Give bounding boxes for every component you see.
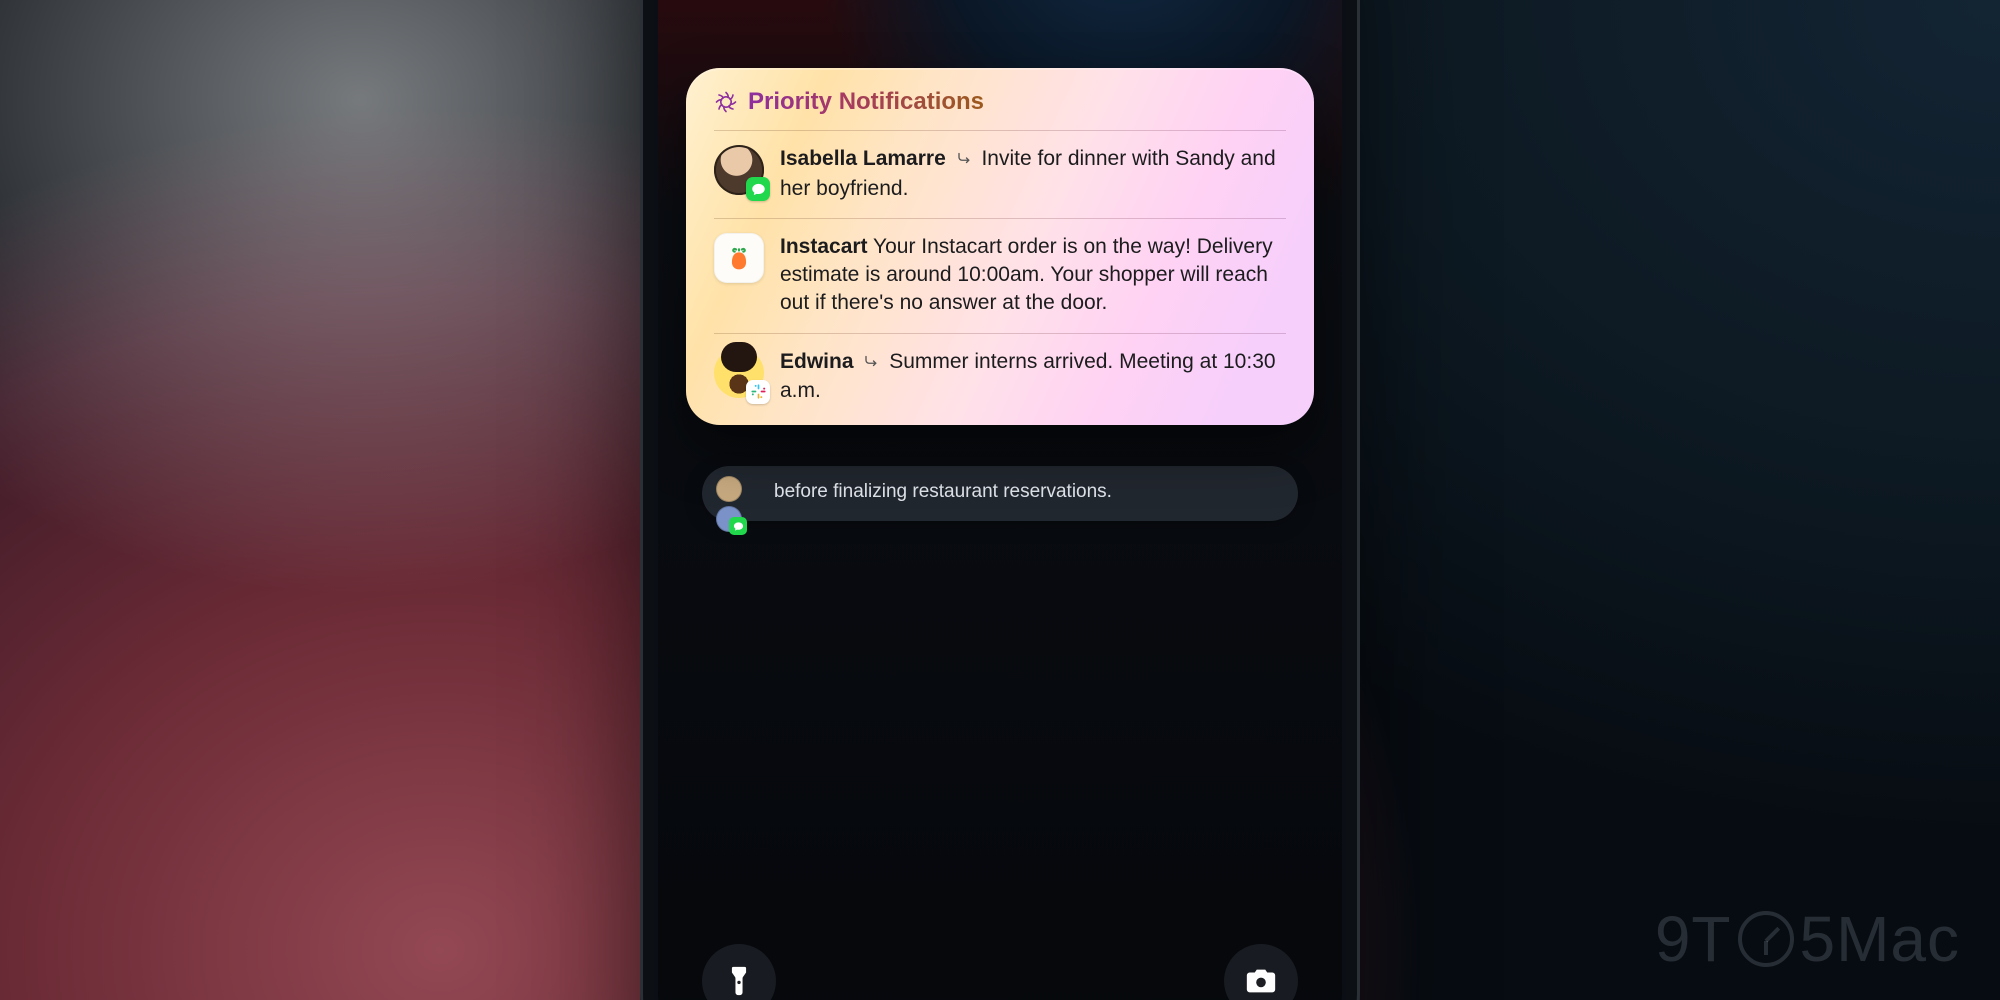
sender-name: Instacart [780,235,868,258]
background-notification[interactable]: before finalizing restaurant reservation… [702,466,1298,521]
slack-app-icon [746,380,770,404]
notification-body: Isabella Lamarre Invite for dinner with … [780,145,1286,202]
flashlight-icon [722,964,756,998]
notification-row[interactable]: Edwina Summer interns arrived. Meeting a… [712,334,1288,411]
contact-avatar [714,145,764,195]
message-text: Summer interns arrived. Meeting at 10:30… [780,350,1276,403]
notification-body: Instacart Your Instacart order is on the… [780,233,1286,316]
iphone-frame: before finalizing restaurant reservation… [640,0,1360,1000]
messages-badge-icon [729,517,747,535]
card-title: Priority Notifications [748,88,984,116]
avatar [716,476,742,502]
reply-arrow-icon [863,350,881,378]
notification-row[interactable]: Isabella Lamarre Invite for dinner with … [712,131,1288,218]
card-header: Priority Notifications [712,88,1288,130]
avatar [716,506,742,532]
lock-screen: before finalizing restaurant reservation… [658,0,1342,1000]
priority-notifications-card[interactable]: Priority Notifications Isabella Lamarre … [686,68,1314,425]
reply-arrow-icon [956,147,974,175]
sender-name: Edwina [780,350,854,373]
messages-app-icon [746,177,770,201]
notification-row[interactable]: Instacart Your Instacart order is on the… [712,219,1288,332]
camera-button[interactable] [1224,944,1298,1000]
flashlight-button[interactable] [702,944,776,1000]
watermark-9to5mac: 9T5Mac [1655,902,1960,976]
contact-avatar [714,348,764,398]
background-notification-text: before finalizing restaurant reservation… [774,481,1112,502]
instacart-app-icon [714,233,764,283]
intelligence-icon [714,90,738,114]
stage: before finalizing restaurant reservation… [0,0,2000,1000]
camera-icon [1244,964,1278,998]
sender-name: Isabella Lamarre [780,147,946,170]
clock-icon [1738,911,1794,967]
notification-body: Edwina Summer interns arrived. Meeting a… [780,348,1286,405]
